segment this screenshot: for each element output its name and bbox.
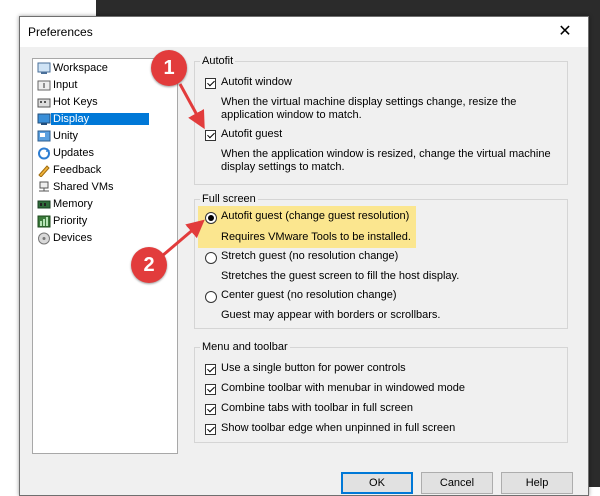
arrow-2 — [161, 219, 205, 258]
annotation-badge-1: 1 — [151, 50, 187, 86]
annotation-badge-2: 2 — [131, 247, 167, 283]
arrow-1 — [178, 83, 205, 130]
annotation-arrows — [161, 83, 205, 258]
